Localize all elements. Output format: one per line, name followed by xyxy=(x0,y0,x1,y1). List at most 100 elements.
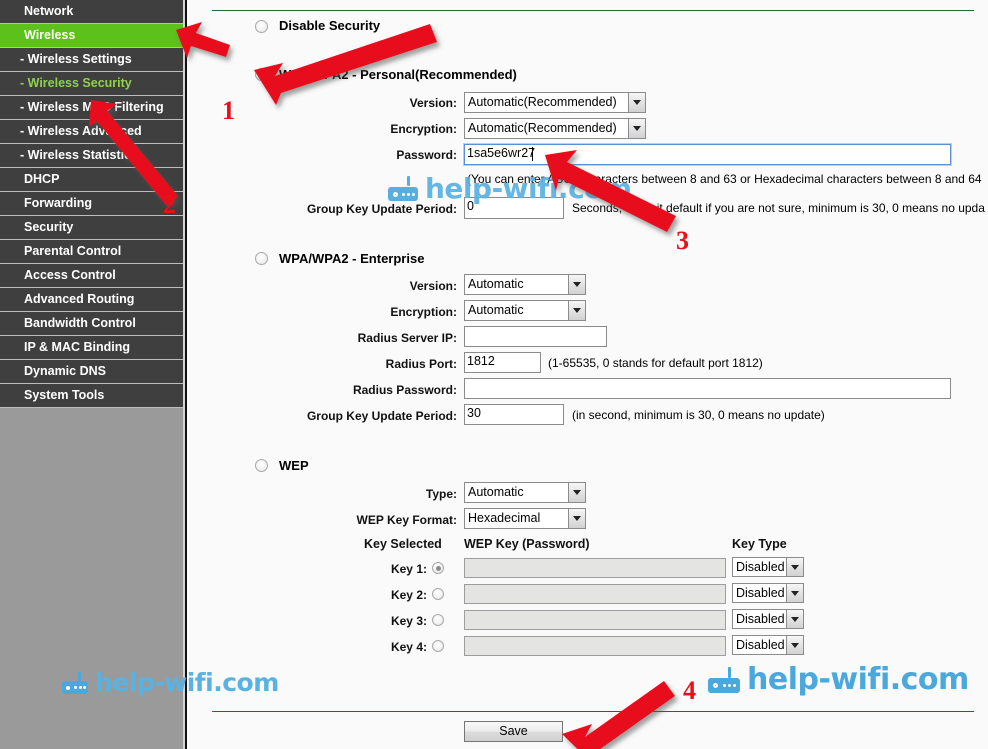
sidebar-item-wireless-mac-filtering[interactable]: - Wireless MAC Filtering xyxy=(0,96,183,120)
radio-wpa-personal[interactable] xyxy=(255,68,268,81)
select-wep-key-type-2-value: Disabled xyxy=(736,586,785,600)
select-enterprise-version[interactable]: Automatic xyxy=(464,274,586,295)
radio-disable-security[interactable] xyxy=(255,20,268,33)
hint-enterprise-group-key: (in second, minimum is 30, 0 means no up… xyxy=(572,408,825,422)
hint-personal-group-key: Seconds, Keep it default if you are not … xyxy=(572,201,985,215)
select-wep-key-type-4-value: Disabled xyxy=(736,638,785,652)
sidebar-item-wireless-advanced[interactable]: - Wireless Advanced xyxy=(0,120,183,144)
column-header-wep-key: WEP Key (Password) xyxy=(464,537,590,551)
chevron-down-icon[interactable] xyxy=(786,558,803,576)
sidebar-item-wireless-settings[interactable]: - Wireless Settings xyxy=(0,48,183,72)
text-caret xyxy=(532,147,533,161)
label-wpa-enterprise: WPA/WPA2 - Enterprise xyxy=(279,251,425,266)
select-personal-version[interactable]: Automatic(Recommended) xyxy=(464,92,646,113)
watermark-text: help-wifi.com xyxy=(747,662,969,697)
label-enterprise-encryption: Encryption: xyxy=(390,305,457,319)
label-enterprise-group-key: Group Key Update Period: xyxy=(306,409,457,423)
select-personal-encryption-value: Automatic(Recommended) xyxy=(468,121,617,135)
top-divider xyxy=(212,10,974,11)
chevron-down-icon[interactable] xyxy=(786,636,803,654)
select-wep-key-type-3[interactable]: Disabled xyxy=(732,609,804,629)
label-wep: WEP xyxy=(279,458,309,473)
select-personal-version-value: Automatic(Recommended) xyxy=(468,95,617,109)
router-admin-screen: Network Wireless - Wireless Settings - Wire… xyxy=(0,0,988,749)
input-enterprise-group-key[interactable]: 30 xyxy=(464,404,564,425)
select-wep-key-type-3-value: Disabled xyxy=(736,612,785,626)
select-enterprise-version-value: Automatic xyxy=(468,277,524,291)
chevron-down-icon[interactable] xyxy=(628,93,645,112)
watermark-bottom-right: help-wifi.com xyxy=(708,662,969,697)
label-radius-server-ip: Radius Server IP: xyxy=(357,331,457,345)
sidebar-item-system-tools[interactable]: System Tools xyxy=(0,384,183,408)
label-wpa-personal: WPA/WPA2 - Personal(Recommended) xyxy=(279,67,517,82)
chevron-down-icon[interactable] xyxy=(568,275,585,294)
label-wep-key-2: Key 2: xyxy=(390,588,427,602)
select-enterprise-encryption[interactable]: Automatic xyxy=(464,300,586,321)
sidebar-item-parental-control[interactable]: Parental Control xyxy=(0,240,183,264)
chevron-down-icon[interactable] xyxy=(568,483,585,502)
sidebar-item-wireless-security[interactable]: - Wireless Security xyxy=(0,72,183,96)
label-wep-key-3: Key 3: xyxy=(390,614,427,628)
input-wep-key-4[interactable] xyxy=(464,636,726,656)
label-wep-key-4: Key 4: xyxy=(390,640,427,654)
sidebar-item-advanced-routing[interactable]: Advanced Routing xyxy=(0,288,183,312)
label-radius-password: Radius Password: xyxy=(352,383,457,397)
select-personal-encryption[interactable]: Automatic(Recommended) xyxy=(464,118,646,139)
select-wep-key-type-4[interactable]: Disabled xyxy=(732,635,804,655)
label-personal-encryption: Encryption: xyxy=(390,122,457,136)
radio-wep-key-4[interactable] xyxy=(432,640,444,652)
select-enterprise-encryption-value: Automatic xyxy=(468,303,524,317)
sidebar-item-forwarding[interactable]: Forwarding xyxy=(0,192,183,216)
sidebar-item-network[interactable]: Network xyxy=(0,0,183,24)
select-wep-type-value: Automatic xyxy=(468,485,524,499)
input-wep-key-2[interactable] xyxy=(464,584,726,604)
sidebar-navigation: Network Wireless - Wireless Settings - Wire… xyxy=(0,0,183,749)
sidebar-item-security[interactable]: Security xyxy=(0,216,183,240)
sidebar-item-access-control[interactable]: Access Control xyxy=(0,264,183,288)
chevron-down-icon[interactable] xyxy=(568,301,585,320)
label-personal-version: Version: xyxy=(409,96,457,110)
label-radius-port: Radius Port: xyxy=(385,357,457,371)
input-wifi-password[interactable]: 1sa5e6wr27 xyxy=(463,143,952,166)
select-wep-key-type-2[interactable]: Disabled xyxy=(732,583,804,603)
chevron-down-icon[interactable] xyxy=(786,584,803,602)
label-wep-type: Type: xyxy=(425,487,457,501)
input-wep-key-1[interactable] xyxy=(464,558,726,578)
router-icon xyxy=(708,666,740,693)
input-radius-password[interactable] xyxy=(464,378,951,399)
radio-wpa-enterprise[interactable] xyxy=(255,252,268,265)
radio-wep[interactable] xyxy=(255,459,268,472)
sidebar-item-dynamic-dns[interactable]: Dynamic DNS xyxy=(0,360,183,384)
input-radius-server-ip[interactable] xyxy=(464,326,607,347)
hint-password: (You can enter ASCII characters between … xyxy=(467,172,982,186)
label-disable-security: Disable Security xyxy=(279,18,381,33)
main-content: Disable Security WPA/WPA2 - Personal(Rec… xyxy=(187,0,988,749)
hint-radius-port: (1-65535, 0 stands for default port 1812… xyxy=(548,356,763,370)
chevron-down-icon[interactable] xyxy=(628,119,645,138)
sidebar-item-bandwidth-control[interactable]: Bandwidth Control xyxy=(0,312,183,336)
sidebar-item-wireless[interactable]: Wireless xyxy=(0,24,183,48)
label-wep-key-1: Key 1: xyxy=(390,562,427,576)
sidebar-item-wireless-statistics[interactable]: - Wireless Statistics xyxy=(0,144,183,168)
label-enterprise-version: Version: xyxy=(409,279,457,293)
radio-wep-key-3[interactable] xyxy=(432,614,444,626)
select-wep-key-format[interactable]: Hexadecimal xyxy=(464,508,586,529)
column-header-key-selected: Key Selected xyxy=(364,537,442,551)
sidebar-item-ip-mac-binding[interactable]: IP & MAC Binding xyxy=(0,336,183,360)
column-header-key-type: Key Type xyxy=(732,537,787,551)
chevron-down-icon[interactable] xyxy=(786,610,803,628)
sidebar-item-dhcp[interactable]: DHCP xyxy=(0,168,183,192)
save-button[interactable]: Save xyxy=(464,721,563,742)
input-radius-port[interactable]: 1812 xyxy=(464,352,541,373)
select-wep-key-type-1[interactable]: Disabled xyxy=(732,557,804,577)
label-wep-key-format: WEP Key Format: xyxy=(356,513,457,527)
input-personal-group-key[interactable]: 0 xyxy=(464,197,564,219)
radio-wep-key-1[interactable] xyxy=(432,562,444,574)
select-wep-key-type-1-value: Disabled xyxy=(736,560,785,574)
radio-wep-key-2[interactable] xyxy=(432,588,444,600)
label-personal-password: Password: xyxy=(396,148,457,162)
input-wep-key-3[interactable] xyxy=(464,610,726,630)
chevron-down-icon[interactable] xyxy=(568,509,585,528)
label-personal-group-key: Group Key Update Period: xyxy=(306,202,457,216)
select-wep-type[interactable]: Automatic xyxy=(464,482,586,503)
